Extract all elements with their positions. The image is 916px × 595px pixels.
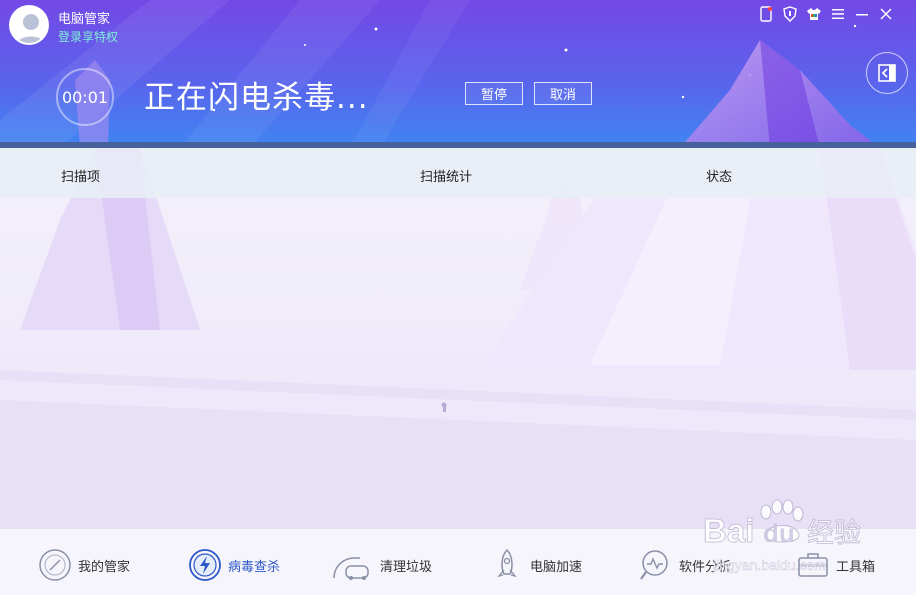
watermark: Bai du 经验 jingyan.baidu.com: [703, 492, 903, 592]
user-icon: [16, 14, 46, 43]
sidebar-toggle-button[interactable]: [866, 52, 908, 94]
app-window: 电脑管家 登录享特权 00:01 正在闪电杀毒... 暂停 取消 扫描项 扫描统…: [0, 0, 916, 595]
column-scan-item: 扫描项: [61, 170, 101, 185]
window-controls: [758, 6, 894, 22]
column-status: 状态: [706, 170, 733, 185]
vacuum-icon: [330, 548, 374, 582]
scan-status-title: 正在闪电杀毒...: [144, 80, 369, 116]
avatar[interactable]: [9, 5, 49, 45]
menu-icon[interactable]: [830, 6, 846, 22]
scan-timer: 00:01: [56, 68, 114, 126]
nav-item-clean-junk[interactable]: 清理垃圾: [330, 548, 432, 582]
nav-label: 病毒查杀: [228, 559, 281, 575]
nav-label: 电脑加速: [530, 559, 583, 575]
close-icon[interactable]: [878, 6, 894, 22]
pause-button[interactable]: 暂停: [465, 82, 523, 105]
shield-icon[interactable]: [782, 6, 798, 22]
rocket-icon: [490, 548, 524, 582]
nav-label: 清理垃圾: [380, 559, 433, 575]
login-link[interactable]: 登录享特权: [58, 28, 118, 45]
shirt-icon[interactable]: [806, 6, 822, 22]
nav-item-my-manager[interactable]: 我的管家: [38, 548, 130, 582]
nav-label: 我的管家: [78, 559, 131, 575]
minimize-icon[interactable]: [854, 6, 870, 22]
watermark-suffix: 经验: [807, 518, 861, 549]
watermark-brand-tail: du: [763, 518, 795, 548]
nav-item-virus-scan[interactable]: 病毒查杀: [188, 548, 280, 582]
panel-collapse-icon: [878, 64, 896, 82]
watermark-brand: Bai: [703, 512, 754, 549]
scan-column-header: 扫描项 扫描统计 状态: [0, 148, 916, 198]
cancel-button[interactable]: 取消: [534, 82, 592, 105]
phone-icon[interactable]: [758, 6, 774, 22]
lightning-shield-icon: [188, 548, 222, 582]
column-scan-stats: 扫描统计: [420, 170, 473, 185]
watermark-url: jingyan.baidu.com: [712, 557, 826, 573]
app-name: 电脑管家: [58, 12, 111, 27]
home-icon: [38, 548, 72, 582]
header: 电脑管家 登录享特权 00:01 正在闪电杀毒... 暂停 取消: [0, 0, 916, 145]
magnifier-icon: [639, 548, 673, 582]
nav-item-speed-up[interactable]: 电脑加速: [490, 548, 582, 582]
